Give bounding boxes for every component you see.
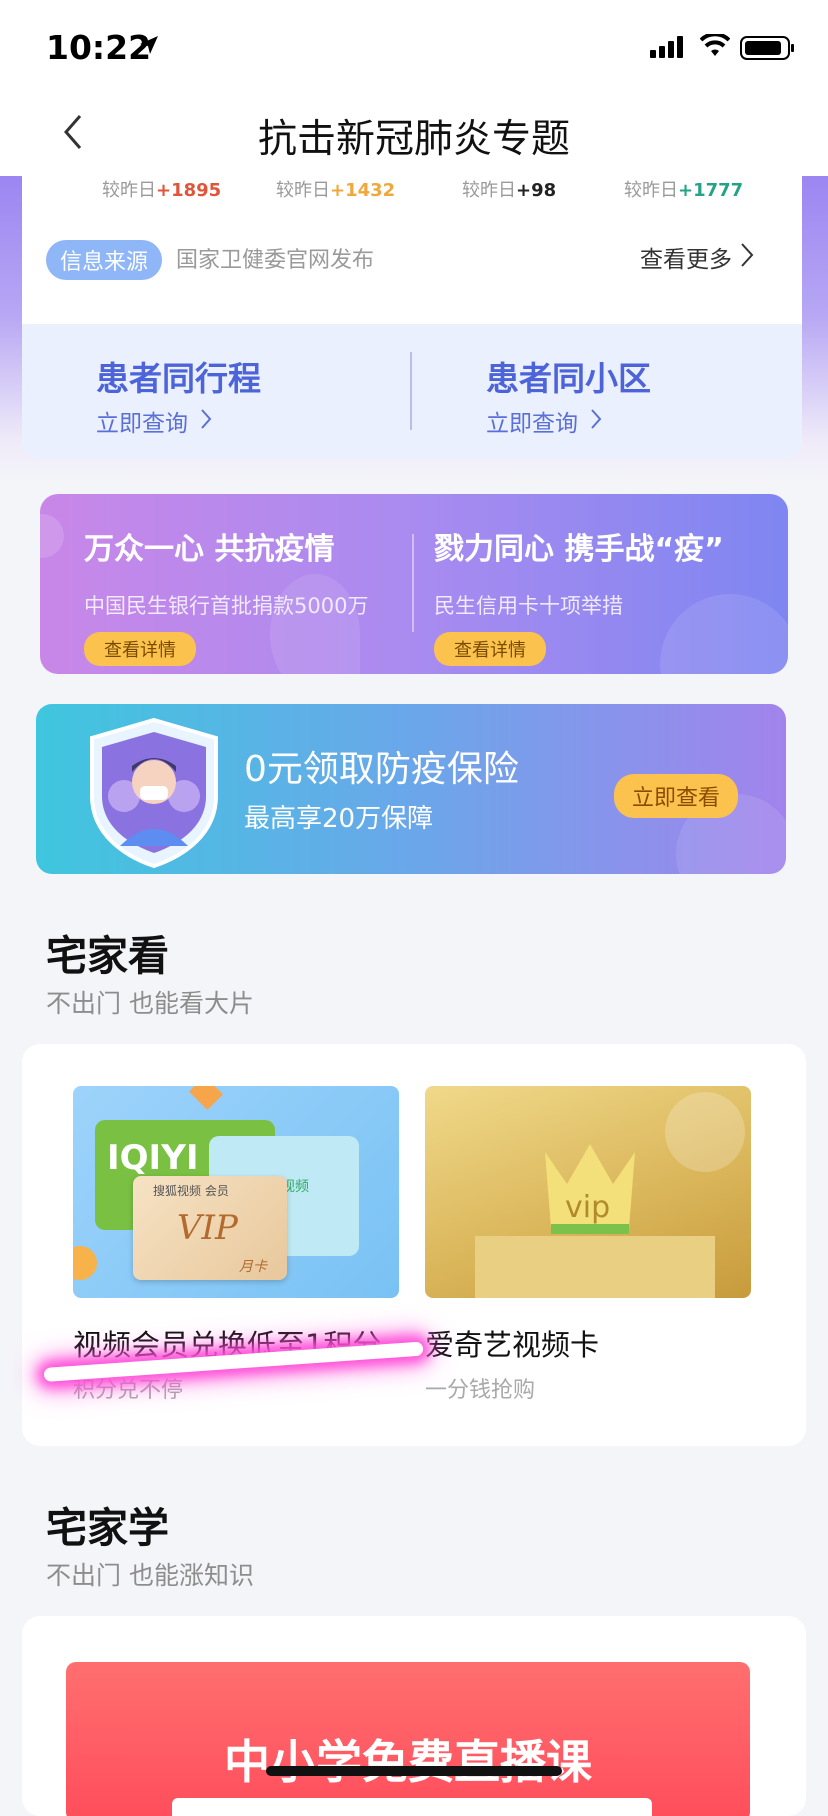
measures-details-button[interactable]: 查看详情 (434, 632, 546, 666)
page-title: 抗击新冠肺炎专题 (257, 117, 570, 162)
source-text: 国家卫健委官网发布 (176, 248, 375, 273)
same-community-query-link[interactable]: 立即查询 (486, 404, 578, 438)
decor-circle (665, 1092, 745, 1172)
battery-icon (740, 36, 794, 60)
donation-subtitle: 中国民生银行首批捐款5000万 (84, 594, 369, 618)
delta-confirmed: 较昨日+1895 (102, 180, 222, 201)
cellular-signal-icon (650, 36, 683, 58)
stats-card: 较昨日+1895 较昨日+1432 较昨日+98 较昨日+1777 信息来源 国… (22, 176, 802, 458)
banner-panel (172, 1798, 652, 1816)
insurance-subtitle: 最高享20万保障 (244, 804, 434, 834)
credit-card-column: 戮力同心 携手战“疫” 民生信用卡十项举措 查看详情 (434, 524, 724, 666)
donation-column: 万众一心 共抗疫情 中国民生银行首批捐款5000万 查看详情 (84, 524, 368, 666)
chevron-right-icon[interactable] (590, 408, 602, 430)
donation-banner[interactable]: 万众一心 共抗疫情 中国民生银行首批捐款5000万 查看详情 戮力同心 携手战“… (40, 494, 788, 674)
iqiyi-card-image[interactable]: vip (425, 1086, 751, 1298)
section-title: 宅家学 (46, 1504, 169, 1552)
measures-title: 戮力同心 携手战“疫” (434, 532, 724, 567)
donation-title: 万众一心 共抗疫情 (84, 532, 335, 567)
coin-decor (73, 1246, 97, 1280)
view-now-button[interactable]: 立即查看 (614, 774, 739, 818)
shield-family-icon (90, 717, 218, 868)
patient-query-panel: 患者同行程 立即查询 患者同小区 立即查询 (22, 324, 802, 458)
live-class-banner[interactable]: 中小学免费直播课 (66, 1662, 750, 1816)
iqiyi-card-title[interactable]: 爱奇艺视频卡 (425, 1322, 599, 1364)
home-indicator[interactable] (266, 1766, 562, 1776)
clock: 10:22 (46, 28, 152, 67)
see-more-link[interactable]: 查看更多 (640, 240, 732, 274)
iqiyi-card-subtitle: 一分钱抢购 (425, 1378, 536, 1403)
donation-details-button[interactable]: 查看详情 (84, 632, 196, 666)
same-trip-query-link[interactable]: 立即查询 (96, 404, 188, 438)
same-community-title[interactable]: 患者同小区 (486, 352, 651, 400)
location-arrow-icon (140, 36, 158, 54)
divider (412, 534, 414, 632)
section-title: 宅家看 (46, 932, 169, 980)
gem-decor (189, 1086, 223, 1110)
study-card: 中小学免费直播课 (22, 1616, 806, 1816)
delta-deaths: 较昨日+98 (462, 180, 557, 201)
vip-card-text: VIP (177, 1208, 238, 1248)
decor-circle (40, 514, 64, 558)
gift-box (475, 1236, 715, 1298)
measures-subtitle: 民生信用卡十项举措 (434, 594, 623, 618)
nav-bar: 抗击新冠肺炎专题 (0, 96, 828, 176)
delta-suspected: 较昨日+1432 (276, 180, 396, 201)
crown-icon (545, 1144, 635, 1234)
video-offers-card: IQIYI 腾讯视频 搜狐视频 会员 VIP 月卡 视频会员兑换低至1积分 积分… (22, 1044, 806, 1446)
source-badge: 信息来源 (46, 240, 163, 280)
section-subtitle: 不出门 也能涨知识 (46, 1561, 254, 1590)
section-subtitle: 不出门 也能看大片 (46, 989, 254, 1018)
insurance-title: 0元领取防疫保险 (244, 749, 519, 790)
chevron-right-icon[interactable] (200, 408, 212, 430)
divider (410, 352, 412, 430)
vip-card-month: 月卡 (239, 1259, 267, 1275)
vip-card-brand: 搜狐视频 会员 (153, 1184, 229, 1198)
insurance-banner[interactable]: 0元领取防疫保险 最高享20万保障 立即查看 (36, 704, 786, 874)
chevron-right-icon[interactable] (740, 242, 754, 268)
same-trip-title[interactable]: 患者同行程 (96, 352, 261, 400)
status-bar: 10:22 (0, 0, 828, 96)
live-class-title: 中小学免费直播课 (224, 1735, 592, 1789)
crown-vip-text: vip (565, 1190, 611, 1225)
delta-recovered: 较昨日+1777 (624, 180, 744, 201)
iqiyi-card-label: IQIYI (107, 1138, 199, 1178)
video-membership-image[interactable]: IQIYI 腾讯视频 搜狐视频 会员 VIP 月卡 (73, 1086, 399, 1298)
wifi-icon (700, 34, 730, 56)
delta-row: 较昨日+1895 较昨日+1432 较昨日+98 较昨日+1777 (22, 176, 802, 216)
